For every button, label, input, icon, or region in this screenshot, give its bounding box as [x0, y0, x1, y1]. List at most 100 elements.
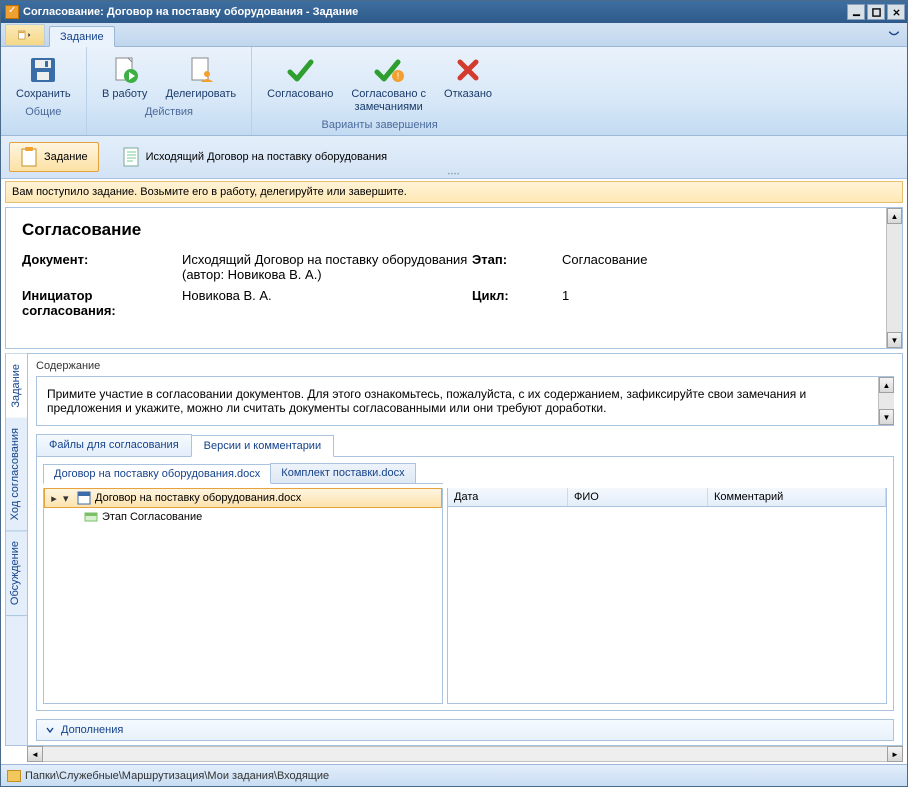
tree-pane: ▸ ▾ Договор на поставку оборудования.doc… — [43, 488, 443, 704]
ribbon-group-common: Сохранить Общие — [1, 47, 87, 135]
group-label-common: Общие — [7, 104, 80, 120]
save-button[interactable]: Сохранить — [7, 51, 80, 104]
title-bar: Согласование: Договор на поставку оборуд… — [1, 1, 907, 23]
doc-info-panel: Согласование Документ: Исходящий Договор… — [5, 207, 903, 349]
col-date[interactable]: Дата — [448, 488, 568, 506]
nav-task-label: Задание — [44, 151, 88, 163]
col-comment[interactable]: Комментарий — [708, 488, 886, 506]
approved-label: Согласовано — [267, 88, 333, 101]
minimize-button[interactable] — [847, 4, 865, 20]
ribbon-group-completion: Согласовано ! Согласовано с замечаниями … — [252, 47, 507, 135]
info-banner: Вам поступило задание. Возьмите его в ра… — [5, 181, 903, 203]
nav-outgoing-label: Исходящий Договор на поставку оборудован… — [146, 151, 387, 163]
rejected-button[interactable]: Отказано — [435, 51, 501, 117]
navigation-toolbar: Задание Исходящий Договор на поставку об… — [1, 136, 907, 179]
stage-value: Согласование — [562, 252, 886, 282]
scroll-left-icon[interactable]: ◄ — [27, 746, 43, 762]
nav-outgoing-button[interactable]: Исходящий Договор на поставку оборудован… — [111, 142, 398, 172]
document-play-icon — [109, 54, 141, 86]
row-indicator-icon: ▸ — [49, 492, 59, 505]
ribbon-tab-task[interactable]: Задание — [49, 26, 115, 47]
rejected-label: Отказано — [444, 88, 492, 101]
sidetab-course[interactable]: Ход согласования — [6, 418, 27, 531]
scroll-up-icon[interactable]: ▲ — [887, 208, 902, 224]
col-name[interactable]: ФИО — [568, 488, 708, 506]
stage-label: Этап: — [472, 252, 562, 282]
approved-notes-label: Согласовано с замечаниями — [351, 88, 426, 114]
horizontal-scrollbar[interactable]: ◄ ► — [27, 746, 903, 762]
ribbon-tab-strip: Задание — [1, 23, 907, 47]
folder-icon — [7, 770, 21, 782]
scroll-up-icon[interactable]: ▲ — [879, 377, 894, 393]
approved-notes-button[interactable]: ! Согласовано с замечаниями — [342, 51, 435, 117]
svg-text:!: ! — [396, 71, 399, 81]
scroll-down-icon[interactable]: ▼ — [887, 332, 902, 348]
content-text: Примите участие в согласовании документо… — [47, 387, 883, 415]
approved-button[interactable]: Согласовано — [258, 51, 342, 117]
scroll-down-icon[interactable]: ▼ — [879, 409, 894, 425]
doctab-contract[interactable]: Договор на поставку оборудования.docx — [43, 464, 271, 484]
app-icon — [5, 5, 19, 19]
document-label: Документ: — [22, 252, 182, 282]
save-label: Сохранить — [16, 88, 71, 101]
content-text-box: Примите участие в согласовании документо… — [36, 376, 894, 426]
window-title: Согласование: Договор на поставку оборуд… — [23, 6, 845, 18]
check-icon — [284, 54, 316, 86]
cross-icon — [452, 54, 484, 86]
side-tabs: Задание Ход согласования Обсуждение — [5, 353, 27, 746]
expand-icon[interactable]: ▾ — [63, 492, 73, 505]
doc-tabs: Договор на поставку оборудования.docx Ко… — [43, 463, 443, 484]
ribbon-collapse-icon[interactable] — [887, 27, 901, 41]
comments-grid: Дата ФИО Комментарий — [447, 488, 887, 704]
docx-icon — [77, 491, 91, 505]
app-menu-button[interactable] — [5, 24, 45, 46]
group-label-actions: Действия — [93, 104, 246, 120]
document-value: Исходящий Договор на поставку оборудован… — [182, 252, 472, 282]
chevron-down-icon — [45, 725, 55, 735]
to-work-button[interactable]: В работу — [93, 51, 157, 104]
status-path: Папки\Служебные\Маршрутизация\Мои задани… — [25, 770, 329, 782]
tab-versions[interactable]: Версии и комментарии — [191, 435, 334, 457]
initiator-label: Инициатор согласования: — [22, 288, 182, 318]
to-work-label: В работу — [102, 88, 147, 101]
inner-tabs: Файлы для согласования Версии и коммента… — [36, 434, 894, 457]
close-button[interactable] — [887, 4, 905, 20]
delegate-button[interactable]: Делегировать — [157, 51, 246, 104]
content-label: Содержание — [28, 354, 902, 376]
cycle-label: Цикл: — [472, 288, 562, 318]
main-area: Задание Ход согласования Обсуждение Соде… — [5, 353, 903, 746]
check-note-icon: ! — [373, 54, 405, 86]
ribbon: Сохранить Общие В работу Делегировать — [1, 47, 907, 136]
main-panel: Содержание Примите участие в согласовани… — [27, 353, 903, 746]
tree-row-stage[interactable]: Этап Согласование — [44, 508, 442, 526]
document-user-icon — [185, 54, 217, 86]
doc-scrollbar[interactable]: ▲ ▼ — [886, 208, 902, 348]
grip-dots-icon: •••• — [448, 172, 460, 178]
tab-files[interactable]: Файлы для согласования — [36, 434, 192, 456]
status-bar: Папки\Служебные\Маршрутизация\Мои задани… — [1, 764, 907, 786]
group-label-completion: Варианты завершения — [258, 117, 501, 133]
inner-body: Договор на поставку оборудования.docx Ко… — [36, 457, 894, 711]
cycle-value: 1 — [562, 288, 886, 318]
floppy-icon — [27, 54, 59, 86]
nav-task-button[interactable]: Задание — [9, 142, 99, 172]
sidetab-task[interactable]: Задание — [6, 354, 27, 418]
ribbon-group-actions: В работу Делегировать Действия — [87, 47, 253, 135]
delegate-label: Делегировать — [166, 88, 237, 101]
content-scrollbar[interactable]: ▲ ▼ — [878, 377, 894, 425]
tree-stage-label: Этап Согласование — [102, 511, 202, 523]
accordion-label: Дополнения — [61, 724, 123, 736]
clipboard-icon — [20, 147, 38, 167]
app-window: Согласование: Договор на поставку оборуд… — [0, 0, 908, 787]
doc-heading: Согласование — [22, 220, 886, 240]
document-lines-icon — [122, 147, 140, 167]
stage-icon — [84, 510, 98, 524]
accordion-additions[interactable]: Дополнения — [36, 719, 894, 741]
doctab-kit[interactable]: Комплект поставки.docx — [270, 463, 415, 483]
maximize-button[interactable] — [867, 4, 885, 20]
scroll-right-icon[interactable]: ► — [887, 746, 903, 762]
tree-row-root[interactable]: ▸ ▾ Договор на поставку оборудования.doc… — [44, 488, 442, 508]
sidetab-discussion[interactable]: Обсуждение — [6, 531, 27, 616]
initiator-value: Новикова В. А. — [182, 288, 472, 318]
tree-root-label: Договор на поставку оборудования.docx — [95, 492, 301, 504]
